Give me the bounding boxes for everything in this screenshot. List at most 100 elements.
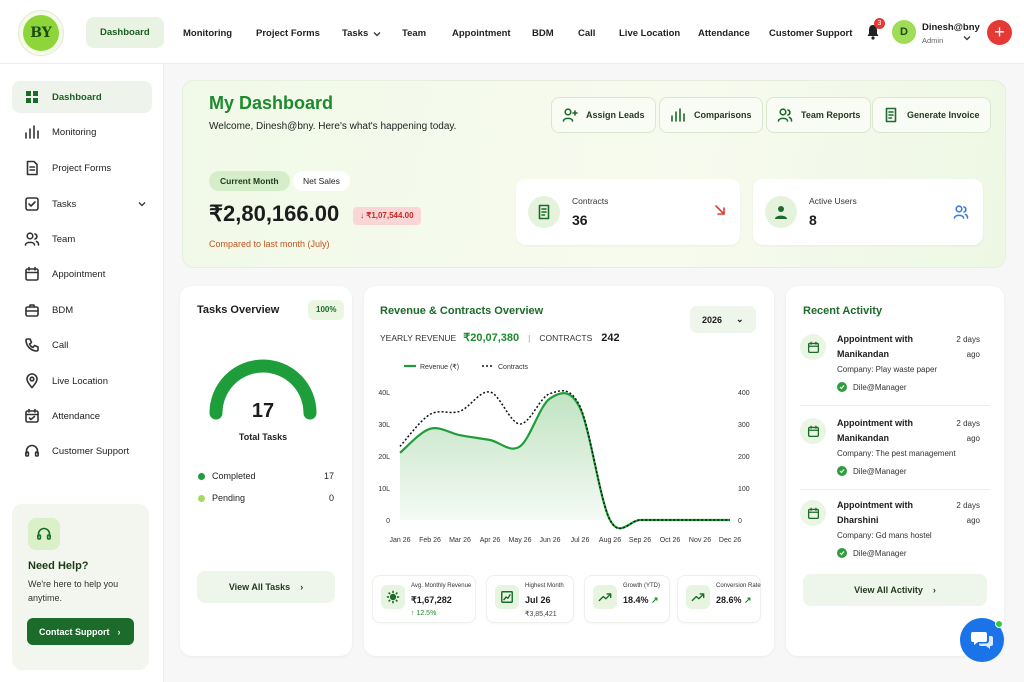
- nav-customer-support[interactable]: Customer Support: [769, 21, 852, 47]
- tab-current-month[interactable]: Current Month: [209, 171, 290, 191]
- chart-series: [399, 390, 730, 530]
- chart-box-icon: [495, 585, 519, 609]
- activity-company: Company: Gd mans hostel: [837, 531, 932, 540]
- nav-tasks-label: Tasks: [342, 28, 369, 39]
- activity-item[interactable]: Appointment with Dharshini 2 days ago Co…: [800, 498, 990, 576]
- legend-dot: [198, 472, 205, 480]
- stat-sub: ↑ 12.5%: [411, 610, 437, 617]
- phone-icon: [25, 338, 39, 352]
- card-title: Recent Activity: [803, 305, 883, 317]
- sidebar-item-tasks[interactable]: Tasks: [12, 188, 152, 220]
- contact-support-button[interactable]: Contact Support ›: [27, 618, 134, 645]
- sidebar-item-monitoring[interactable]: Monitoring: [12, 116, 152, 148]
- dashboard-hero: My Dashboard Welcome, Dinesh@bny. Here's…: [182, 80, 1006, 268]
- activity-user: Dile@Manager: [837, 548, 906, 558]
- stat-label: Avg. Monthly Revenue: [411, 583, 472, 589]
- nav-monitoring[interactable]: Monitoring: [183, 21, 232, 47]
- check-circle-icon: [837, 382, 847, 392]
- view-all-tasks-button[interactable]: View All Tasks ›: [197, 571, 335, 603]
- sidebar-item-dashboard[interactable]: Dashboard: [12, 81, 152, 113]
- nav-attendance[interactable]: Attendance: [698, 21, 750, 47]
- divider: |: [528, 332, 531, 343]
- tab-net-sales[interactable]: Net Sales: [293, 171, 350, 191]
- team-reports-button[interactable]: Team Reports: [766, 97, 872, 133]
- nav-live-location[interactable]: Live Location: [619, 21, 680, 47]
- users-icon: [24, 232, 40, 246]
- sidebar: Dashboard Monitoring Project Forms Tasks…: [0, 64, 164, 682]
- y-left-tick-label: 30L: [378, 422, 390, 429]
- kpi-value: 36: [572, 212, 588, 228]
- legend-completed: Completed 17: [198, 471, 334, 481]
- user-plus-icon: [562, 108, 578, 122]
- y-left-tick-label: 0: [386, 518, 390, 525]
- add-button[interactable]: +: [987, 20, 1012, 45]
- comparisons-label: Comparisons: [694, 110, 752, 120]
- nav-call[interactable]: Call: [578, 21, 595, 47]
- nav-bdm[interactable]: BDM: [532, 21, 554, 47]
- stat-label: Conversion Rate: [716, 583, 761, 589]
- legend-label: Completed: [212, 471, 256, 481]
- activity-item[interactable]: Appointment with Manikandan 2 days ago C…: [800, 416, 990, 494]
- activity-time: 2 days ago: [956, 501, 980, 525]
- generate-invoice-button[interactable]: Generate Invoice: [872, 97, 991, 133]
- top-navigation-bar: BY Dashboard Monitoring Project Forms Ta…: [0, 0, 1024, 64]
- check-circle-icon: [837, 466, 847, 476]
- bar-chart-icon: [671, 108, 685, 122]
- sidebar-item-label: Appointment: [52, 268, 106, 280]
- sidebar-item-label: Call: [52, 339, 69, 351]
- total-tasks-count: 17: [251, 400, 275, 422]
- stat-value-text: 28.6%: [716, 595, 742, 605]
- help-card: Need Help? We're here to help you anytim…: [12, 504, 149, 670]
- sidebar-item-project-forms[interactable]: Project Forms: [12, 152, 152, 184]
- assign-leads-button[interactable]: Assign Leads: [551, 97, 656, 133]
- stat-value: 28.6% ↗: [716, 595, 752, 606]
- calendar-icon: [25, 266, 39, 281]
- activity-title: Appointment with Dharshini: [837, 500, 913, 525]
- nav-dashboard[interactable]: Dashboard: [86, 17, 164, 48]
- kpi-value: 8: [809, 212, 817, 228]
- user-name[interactable]: Dinesh@bny: [922, 22, 980, 33]
- nav-appointment[interactable]: Appointment: [452, 21, 511, 47]
- comparisons-button[interactable]: Comparisons: [659, 97, 763, 133]
- sidebar-item-call[interactable]: Call: [12, 329, 152, 361]
- user-role: Admin: [922, 36, 944, 45]
- stat-value: ₹1,67,282: [411, 595, 452, 605]
- view-all-activity-button[interactable]: View All Activity ›: [803, 574, 987, 606]
- sidebar-item-customer-support[interactable]: Customer Support: [12, 435, 152, 467]
- avatar[interactable]: D: [892, 20, 916, 44]
- x-tick-label: Oct 26: [660, 537, 681, 544]
- revenue-area: [400, 393, 730, 529]
- contracts-label: CONTRACTS: [539, 332, 593, 343]
- arrow-up-right-icon: ↗: [651, 595, 659, 605]
- gear-icon: [381, 585, 405, 609]
- contracts-kpi-card[interactable]: Contracts 36: [516, 179, 740, 245]
- year-select-value: 2026: [702, 314, 723, 325]
- stat-growth-ytd: Growth (YTD) 18.4% ↗: [584, 575, 670, 623]
- y-right-tick-label: 200: [738, 454, 750, 461]
- revenue-summary: YEARLY REVENUE ₹20,07,380 | CONTRACTS 24…: [380, 331, 620, 345]
- sidebar-item-bdm[interactable]: BDM: [12, 294, 152, 326]
- sidebar-item-team[interactable]: Team: [12, 223, 152, 255]
- active-users-kpi-card[interactable]: Active Users 8: [753, 179, 983, 245]
- sidebar-item-live-location[interactable]: Live Location: [12, 365, 152, 397]
- y-right-tick-label: 400: [738, 390, 750, 397]
- stat-sub: ₹3,85,421: [525, 611, 557, 618]
- activity-item[interactable]: Appointment with Manikandan 2 days ago C…: [800, 332, 990, 410]
- chevron-down-icon: [138, 202, 146, 207]
- chevron-down-icon[interactable]: [962, 33, 972, 43]
- divider: [800, 489, 990, 490]
- year-select[interactable]: 2026 ⌄: [690, 306, 756, 333]
- revenue-overview-card: Revenue & Contracts Overview 2026 ⌄ YEAR…: [364, 286, 774, 656]
- nav-tasks[interactable]: Tasks: [342, 21, 382, 47]
- nav-project-forms[interactable]: Project Forms: [256, 21, 320, 47]
- sidebar-item-attendance[interactable]: Attendance: [12, 400, 152, 432]
- check-circle-icon: [837, 548, 847, 558]
- completion-badge: 100%: [308, 300, 345, 320]
- sidebar-item-appointment[interactable]: Appointment: [12, 258, 152, 290]
- headset-icon: [28, 518, 60, 550]
- nav-team[interactable]: Team: [402, 21, 426, 47]
- sales-delta-badge: ↓ ₹1,07,544.00: [353, 207, 421, 225]
- x-tick-label: Nov 26: [689, 537, 711, 544]
- arrow-down-right-icon: [714, 204, 726, 216]
- brand-logo[interactable]: BY: [18, 10, 64, 56]
